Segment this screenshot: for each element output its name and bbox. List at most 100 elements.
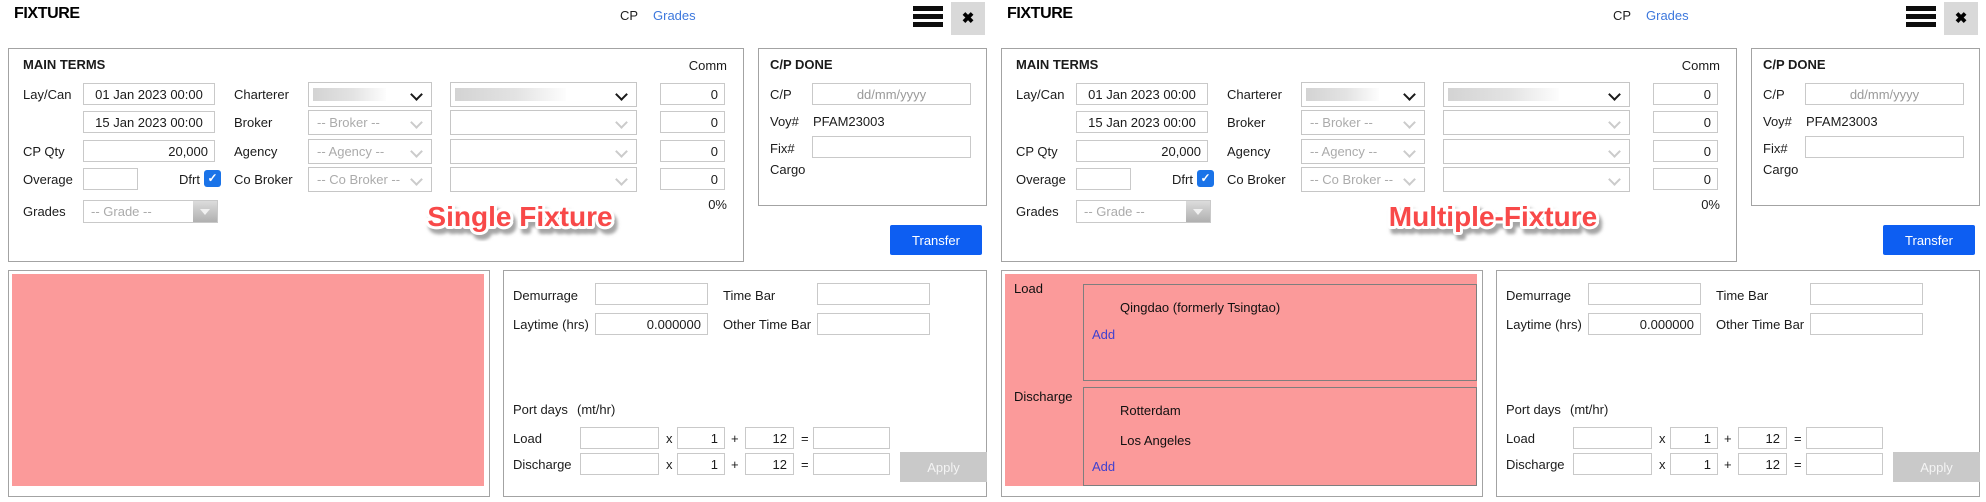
overage-label: Overage — [23, 172, 73, 187]
comm-input-1[interactable] — [660, 83, 725, 105]
cp-done-title: C/P DONE — [1763, 57, 1826, 72]
comm-input-2[interactable] — [660, 111, 725, 133]
cp-link[interactable]: CP — [620, 8, 638, 23]
discharge-ports-box: Rotterdam Los Angeles Add — [1083, 387, 1477, 486]
cp-link[interactable]: CP — [1613, 8, 1631, 23]
broker-select[interactable]: -- Broker -- — [1301, 110, 1425, 135]
dropdown-arrow-icon[interactable] — [193, 201, 217, 222]
broker-label: Broker — [234, 115, 272, 130]
broker-select[interactable]: -- Broker -- — [308, 110, 432, 135]
charterer-select-secondary[interactable] — [450, 82, 637, 107]
cobroker-select-secondary[interactable] — [450, 167, 637, 192]
load-factor-input[interactable] — [677, 427, 725, 449]
app-title: FIXTURE — [14, 5, 80, 23]
discharge-addend-input[interactable] — [745, 453, 794, 475]
demurrage-input[interactable] — [1588, 283, 1701, 305]
chevron-down-icon — [1608, 116, 1621, 129]
discharge-qty-input[interactable] — [1573, 453, 1652, 475]
cobroker-select[interactable]: -- Co Broker -- — [308, 167, 432, 192]
comm-input-4[interactable] — [1653, 168, 1718, 190]
comm-input-3[interactable] — [660, 140, 725, 162]
cobroker-select-secondary[interactable] — [1443, 167, 1630, 192]
close-button[interactable]: ✖ — [951, 2, 985, 35]
cp-qty-input[interactable] — [83, 140, 215, 162]
load-result-input[interactable] — [813, 427, 890, 449]
comm-input-1[interactable] — [1653, 83, 1718, 105]
discharge-addend-input[interactable] — [1738, 453, 1787, 475]
port-item: Qingdao (formerly Tsingtao) — [1120, 300, 1280, 315]
load-qty-input[interactable] — [580, 427, 659, 449]
charterer-select-secondary[interactable] — [1443, 82, 1630, 107]
menu-icon[interactable] — [913, 6, 943, 30]
agency-select-secondary[interactable] — [450, 139, 637, 164]
fix-input[interactable] — [812, 136, 971, 158]
other-time-bar-input[interactable] — [1810, 313, 1923, 335]
demurrage-input[interactable] — [595, 283, 708, 305]
cp-date-input[interactable] — [812, 83, 971, 105]
agency-select[interactable]: -- Agency -- — [1301, 139, 1425, 164]
dropdown-arrow-icon[interactable] — [1186, 201, 1210, 222]
cp-date-label: C/P — [770, 87, 792, 102]
close-button[interactable]: ✖ — [1944, 2, 1978, 35]
cp-date-input[interactable] — [1805, 83, 1964, 105]
agency-select[interactable]: -- Agency -- — [308, 139, 432, 164]
other-time-bar-input[interactable] — [817, 313, 930, 335]
apply-button[interactable]: Apply — [1893, 452, 1980, 482]
broker-label: Broker — [1227, 115, 1265, 130]
discharge-factor-input[interactable] — [677, 453, 725, 475]
add-load-port-link[interactable]: Add — [1092, 327, 1115, 342]
cp-qty-input[interactable] — [1076, 140, 1208, 162]
overage-input[interactable] — [83, 168, 138, 190]
time-bar-input[interactable] — [1810, 283, 1923, 305]
transfer-button[interactable]: Transfer — [1883, 225, 1975, 255]
load-qty-input[interactable] — [1573, 427, 1652, 449]
discharge-factor-input[interactable] — [1670, 453, 1718, 475]
load-addend-input[interactable] — [1738, 427, 1787, 449]
transfer-button[interactable]: Transfer — [890, 225, 982, 255]
dfrt-checkbox[interactable]: ✓ — [1197, 170, 1214, 187]
grades-link[interactable]: Grades — [1646, 8, 1689, 23]
comm-input-4[interactable] — [660, 168, 725, 190]
equals-symbol: = — [801, 457, 809, 472]
charterer-select[interactable] — [308, 82, 432, 107]
discharge-result-input[interactable] — [1806, 453, 1883, 475]
discharge-qty-input[interactable] — [580, 453, 659, 475]
laycan-from-input[interactable] — [1076, 83, 1208, 105]
menu-icon[interactable] — [1906, 6, 1936, 30]
laycan-to-input[interactable] — [1076, 111, 1208, 133]
time-bar-label: Time Bar — [1716, 288, 1768, 303]
broker-select-secondary[interactable] — [1443, 110, 1630, 135]
grades-select[interactable]: -- Grade -- — [83, 200, 218, 223]
charterer-select[interactable] — [1301, 82, 1425, 107]
agency-select-secondary[interactable] — [1443, 139, 1630, 164]
overage-input[interactable] — [1076, 168, 1131, 190]
comm-input-3[interactable] — [1653, 140, 1718, 162]
broker-select-secondary[interactable] — [450, 110, 637, 135]
menu-bar — [1906, 6, 1936, 11]
cobroker-select[interactable]: -- Co Broker -- — [1301, 167, 1425, 192]
laytime-input[interactable] — [1588, 313, 1701, 335]
grades-link[interactable]: Grades — [653, 8, 696, 23]
time-bar-input[interactable] — [817, 283, 930, 305]
discharge-result-input[interactable] — [813, 453, 890, 475]
dfrt-checkbox[interactable]: ✓ — [204, 170, 221, 187]
load-factor-input[interactable] — [1670, 427, 1718, 449]
broker-select-value: -- Broker -- — [1310, 115, 1373, 130]
apply-button[interactable]: Apply — [900, 452, 987, 482]
load-result-input[interactable] — [1806, 427, 1883, 449]
load-addend-input[interactable] — [745, 427, 794, 449]
discharge-row-label: Discharge — [513, 457, 572, 472]
laycan-to-input[interactable] — [83, 111, 215, 133]
fix-input[interactable] — [1805, 136, 1964, 158]
laycan-from-input[interactable] — [83, 83, 215, 105]
menu-bar — [1906, 22, 1936, 27]
annotation-single-fixture: Single Fixture — [360, 192, 680, 248]
chevron-down-icon — [615, 173, 628, 186]
laytime-input[interactable] — [595, 313, 708, 335]
chevron-down-icon — [615, 88, 628, 101]
add-discharge-port-link[interactable]: Add — [1092, 459, 1115, 474]
voy-value: PFAM23003 — [1806, 114, 1878, 129]
grades-select[interactable]: -- Grade -- — [1076, 200, 1211, 223]
comm-input-2[interactable] — [1653, 111, 1718, 133]
agency-label: Agency — [1227, 144, 1270, 159]
